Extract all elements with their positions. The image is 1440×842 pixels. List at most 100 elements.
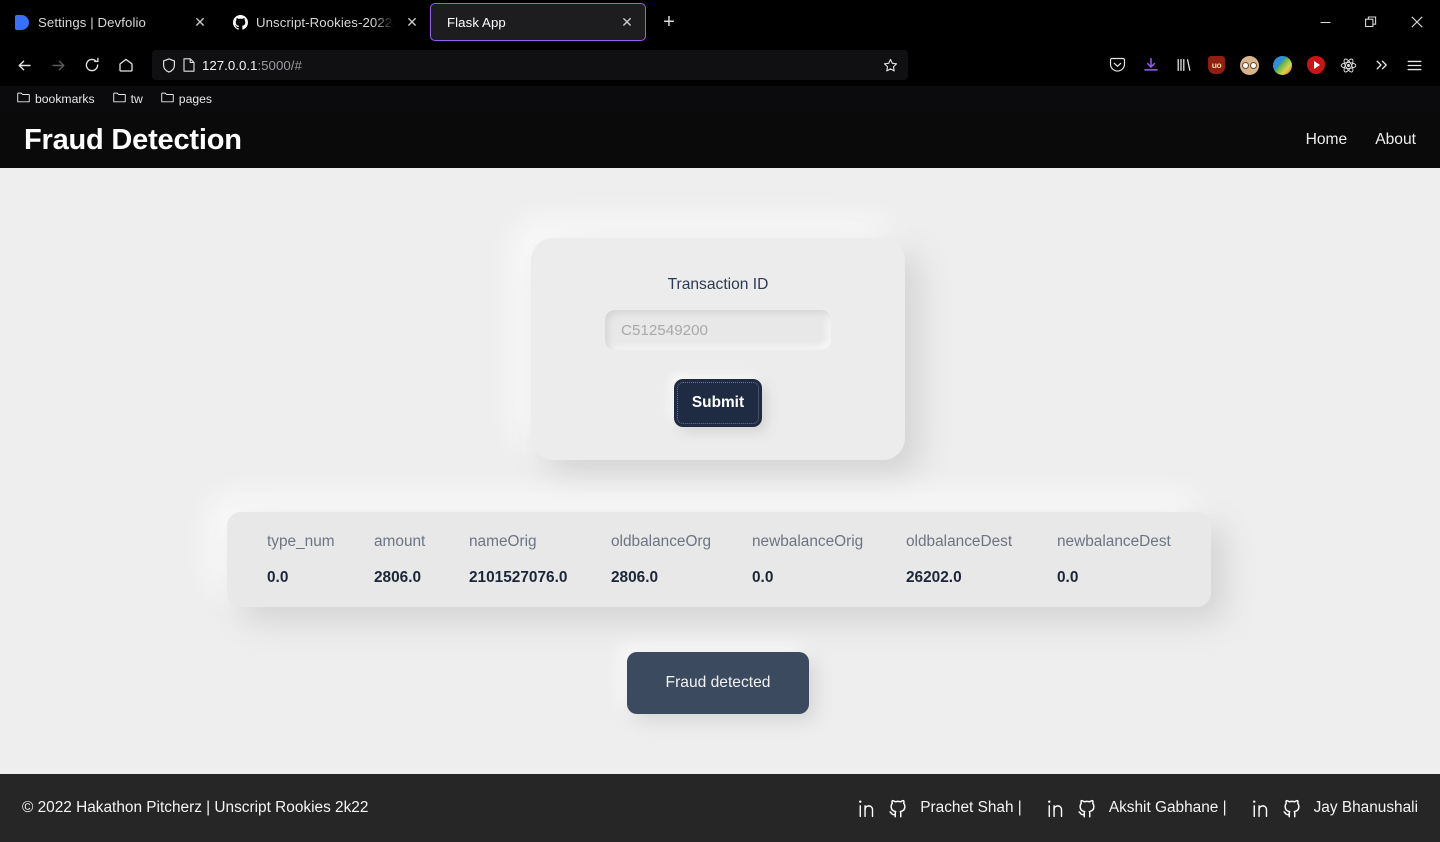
column-header: oldbalanceOrg [611, 532, 712, 550]
column-header: nameOrig [469, 532, 537, 550]
column-value: 0.0 [1057, 568, 1079, 586]
column-value: 26202.0 [906, 568, 962, 586]
column-header: newbalanceDest [1057, 532, 1171, 550]
browser-tab-flask-app-active[interactable]: Flask App ✕ [430, 3, 646, 41]
bookmark-label: pages [178, 92, 213, 106]
url-bar[interactable]: 127.0.0.1:5000/# [152, 50, 908, 80]
url-text[interactable]: 127.0.0.1:5000/# [202, 58, 874, 73]
github-icon [232, 14, 248, 30]
footer-credits: Prachet Shah | Akshit Gabhane | Jay Bhan… [833, 797, 1418, 819]
linkedin-icon[interactable] [1249, 798, 1270, 819]
column-header: newbalanceOrig [752, 532, 864, 550]
page-icon[interactable] [183, 58, 195, 72]
tab-title: Flask App [447, 14, 506, 30]
tab-title: Unscript-Rookies-2022/flask_ap [256, 14, 394, 30]
credit-name: Prachet Shah | [920, 799, 1022, 816]
navigation-toolbar: 127.0.0.1:5000/# uo [0, 44, 1440, 86]
linkedin-icon[interactable] [1044, 798, 1065, 819]
overflow-chevrons-icon[interactable] [1366, 50, 1397, 81]
nav-link-home[interactable]: Home [1306, 131, 1348, 149]
github-icon[interactable] [1281, 797, 1303, 819]
close-icon[interactable] [1394, 0, 1440, 44]
column-header: oldbalanceDest [906, 532, 1013, 550]
credit-name: Akshit Gabhane | [1108, 799, 1227, 816]
folder-icon [17, 92, 30, 106]
github-icon[interactable] [1076, 797, 1098, 819]
transaction-form-card: Transaction ID Submit [531, 238, 905, 460]
minimize-icon[interactable] [1302, 0, 1348, 44]
back-arrow-icon[interactable] [8, 49, 40, 81]
table-column-name-orig: nameOrig 2101527076.0 [469, 533, 611, 587]
folder-icon [161, 92, 174, 106]
github-icon[interactable] [887, 797, 909, 819]
footer-copyright: © 2022 Hakathon Pitcherz | Unscript Rook… [22, 799, 369, 816]
site-nav-links: Home About [1306, 131, 1416, 149]
site-footer: © 2022 Hakathon Pitcherz | Unscript Rook… [0, 774, 1440, 842]
credit-prachet-shah: Prachet Shah | [855, 797, 1022, 819]
column-value: 2101527076.0 [469, 568, 568, 586]
table-column-type-num: type_num 0.0 [267, 533, 374, 587]
linkedin-icon[interactable] [855, 798, 876, 819]
tab-close-icon[interactable]: ✕ [617, 12, 637, 32]
bookmark-folder-bookmarks[interactable]: bookmarks [10, 90, 102, 108]
bookmark-folder-tw[interactable]: tw [106, 90, 150, 108]
nav-link-about[interactable]: About [1375, 131, 1416, 149]
downloads-icon[interactable] [1135, 50, 1166, 81]
credit-jay-bhanushali: Jay Bhanushali [1249, 797, 1418, 819]
page-viewport: Fraud Detection Home About Transaction I… [0, 112, 1440, 842]
table-column-newbalance-dest: newbalanceDest 0.0 [1057, 533, 1187, 587]
pocket-icon[interactable] [1102, 50, 1133, 81]
react-devtools-icon[interactable] [1333, 50, 1364, 81]
fraud-result-badge: Fraud detected [627, 652, 809, 714]
tab-close-icon[interactable]: ✕ [190, 12, 210, 32]
folder-icon [112, 92, 126, 106]
reload-icon[interactable] [76, 49, 108, 81]
table-column-oldbalance-dest: oldbalanceDest 26202.0 [906, 533, 1057, 587]
column-header: amount [374, 532, 426, 550]
home-icon[interactable] [110, 49, 142, 81]
restore-icon[interactable] [1348, 0, 1394, 44]
bookmark-label: tw [130, 92, 143, 106]
window-controls [1302, 0, 1440, 44]
bookmark-folder-pages[interactable]: pages [154, 90, 219, 108]
credit-akshit-gabhane: Akshit Gabhane | [1044, 797, 1227, 819]
column-value: 0.0 [752, 568, 774, 586]
site-navbar: Fraud Detection Home About [0, 112, 1440, 168]
monkey-extension-icon[interactable] [1234, 50, 1265, 81]
column-value: 2806.0 [611, 568, 659, 586]
bookmarks-bar: bookmarks tw pages [0, 86, 1440, 112]
shield-icon[interactable] [162, 57, 176, 73]
tab-title: Settings | Devfolio [38, 14, 146, 30]
browser-tab-unscript-rookies-repo[interactable]: Unscript-Rookies-2022/flask_ap ✕ [218, 3, 430, 41]
main-content: Transaction ID Submit type_num 0.0 amoun… [0, 168, 1440, 774]
transaction-details-table: type_num 0.0 amount 2806.0 nameOrig 2101… [227, 512, 1211, 607]
tab-bar: Settings | Devfolio ✕ Unscript-Rookies-2… [0, 0, 1440, 44]
forward-arrow-icon[interactable] [42, 49, 74, 81]
new-tab-button[interactable]: + [654, 7, 684, 37]
url-host: 127.0.0.1 [202, 57, 258, 73]
table-column-amount: amount 2806.0 [374, 533, 469, 587]
bookmark-label: bookmarks [35, 92, 95, 106]
ublock-origin-icon[interactable]: uo [1201, 50, 1232, 81]
credit-name: Jay Bhanushali [1313, 799, 1418, 816]
url-path: :5000/# [257, 57, 302, 73]
devfolio-icon [14, 14, 30, 30]
submit-button[interactable]: Submit [674, 379, 762, 427]
browser-toolbar-icons: uo [1102, 50, 1430, 81]
transaction-id-label: Transaction ID [667, 276, 769, 293]
library-icon[interactable] [1168, 50, 1199, 81]
browser-tab-settings-devfolio[interactable]: Settings | Devfolio ✕ [0, 3, 218, 41]
transaction-id-input[interactable] [605, 310, 831, 350]
column-header: type_num [267, 532, 335, 550]
hamburger-menu-icon[interactable] [1399, 50, 1430, 81]
ublock-badge-label: uo [1208, 56, 1225, 74]
tab-close-icon[interactable]: ✕ [402, 12, 422, 32]
table-column-oldbalance-org: oldbalanceOrg 2806.0 [611, 533, 752, 587]
column-value: 0.0 [267, 568, 289, 586]
earth-extension-icon[interactable] [1267, 50, 1298, 81]
star-icon[interactable] [881, 58, 900, 73]
column-value: 2806.0 [374, 568, 422, 586]
browser-window: Settings | Devfolio ✕ Unscript-Rookies-2… [0, 0, 1440, 842]
page-title: Fraud Detection [24, 123, 242, 156]
youtube-extension-icon[interactable] [1300, 50, 1331, 81]
